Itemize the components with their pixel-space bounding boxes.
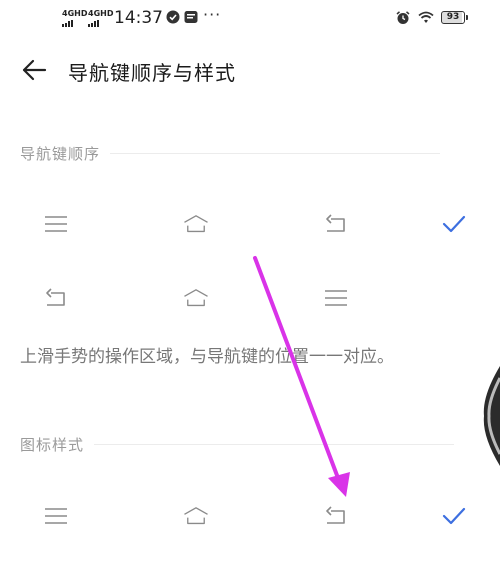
selected-check-icon — [442, 507, 466, 525]
section-style-header: 图标样式 — [20, 434, 455, 454]
gesture-description: 上滑手势的操作区域，与导航键的位置一一对应。 — [20, 347, 394, 367]
menu-icon — [45, 216, 67, 232]
back-icon — [326, 214, 345, 232]
section-order-header: 导航键顺序 — [20, 143, 441, 163]
wifi-icon — [418, 11, 434, 23]
app-header: 导航键顺序与样式 — [0, 48, 500, 92]
section-divider — [110, 152, 441, 154]
section-style-title: 图标样式 — [20, 435, 85, 454]
menu-icon — [325, 290, 347, 306]
order-option-1[interactable] — [0, 196, 500, 252]
signal-sim1-icon: 4GHD — [62, 9, 88, 27]
message-icon — [184, 11, 198, 23]
selected-check-icon — [442, 215, 466, 233]
section-divider — [94, 443, 455, 445]
back-icon — [326, 506, 345, 524]
battery-level: 93 — [446, 12, 460, 22]
sim2-label: 4GHD — [88, 9, 114, 18]
home-icon — [184, 507, 208, 525]
back-arrow-icon[interactable] — [20, 56, 50, 84]
battery-icon: 93 — [441, 11, 468, 24]
more-notifications: ··· — [203, 5, 222, 24]
home-icon — [184, 215, 208, 233]
clock: 14:37 — [114, 8, 163, 28]
edge-handle — [483, 366, 500, 466]
back-icon — [46, 288, 65, 306]
section-order-title: 导航键顺序 — [20, 144, 101, 163]
style-option-1[interactable] — [0, 488, 500, 544]
home-icon — [184, 289, 208, 307]
check-badge-icon — [166, 10, 180, 24]
status-bar: 4GHD 4GHD 14:37 ··· 93 — [0, 0, 500, 40]
alarm-icon — [396, 11, 410, 24]
page-title: 导航键顺序与样式 — [68, 61, 236, 85]
signal-sim2-icon: 4GHD — [88, 9, 114, 27]
sim1-label: 4GHD — [62, 9, 88, 18]
order-option-2[interactable] — [0, 270, 500, 326]
menu-icon — [45, 508, 67, 524]
